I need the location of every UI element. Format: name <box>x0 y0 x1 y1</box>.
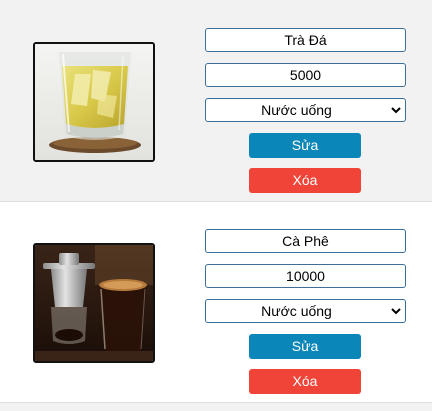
product-table: Trà Đá 5000 Nước uống Sửa Xóa Cà Phê 100… <box>0 0 432 411</box>
category-select-value: Nước uống <box>261 102 332 118</box>
form-cell: Cà Phê 10000 Nước uống Sửa Xóa <box>184 202 432 402</box>
table-row: Cà Phê 10000 Nước uống Sửa Xóa <box>0 202 432 403</box>
category-select-value: Nước uống <box>261 303 332 319</box>
delete-button[interactable]: Xóa <box>249 168 361 193</box>
category-select[interactable]: Nước uống <box>205 299 406 323</box>
product-price-input[interactable]: 5000 <box>205 63 406 87</box>
delete-button[interactable]: Xóa <box>249 369 361 394</box>
product-image-coffee <box>33 243 155 363</box>
chevron-down-icon <box>391 107 401 114</box>
category-select[interactable]: Nước uống <box>205 98 406 122</box>
product-image-iced-tea <box>33 42 155 162</box>
image-cell <box>0 0 183 201</box>
chevron-down-icon <box>391 308 401 315</box>
table-row: Trà Đá 5000 Nước uống Sửa Xóa <box>0 0 432 202</box>
product-name-input[interactable]: Cà Phê <box>205 229 406 253</box>
edit-button[interactable]: Sửa <box>249 334 361 359</box>
edit-button[interactable]: Sửa <box>249 133 361 158</box>
form-cell: Trà Đá 5000 Nước uống Sửa Xóa <box>184 0 432 201</box>
product-price-input[interactable]: 10000 <box>205 264 406 288</box>
table-row <box>0 403 432 411</box>
product-name-input[interactable]: Trà Đá <box>205 28 406 52</box>
image-cell <box>0 202 183 402</box>
